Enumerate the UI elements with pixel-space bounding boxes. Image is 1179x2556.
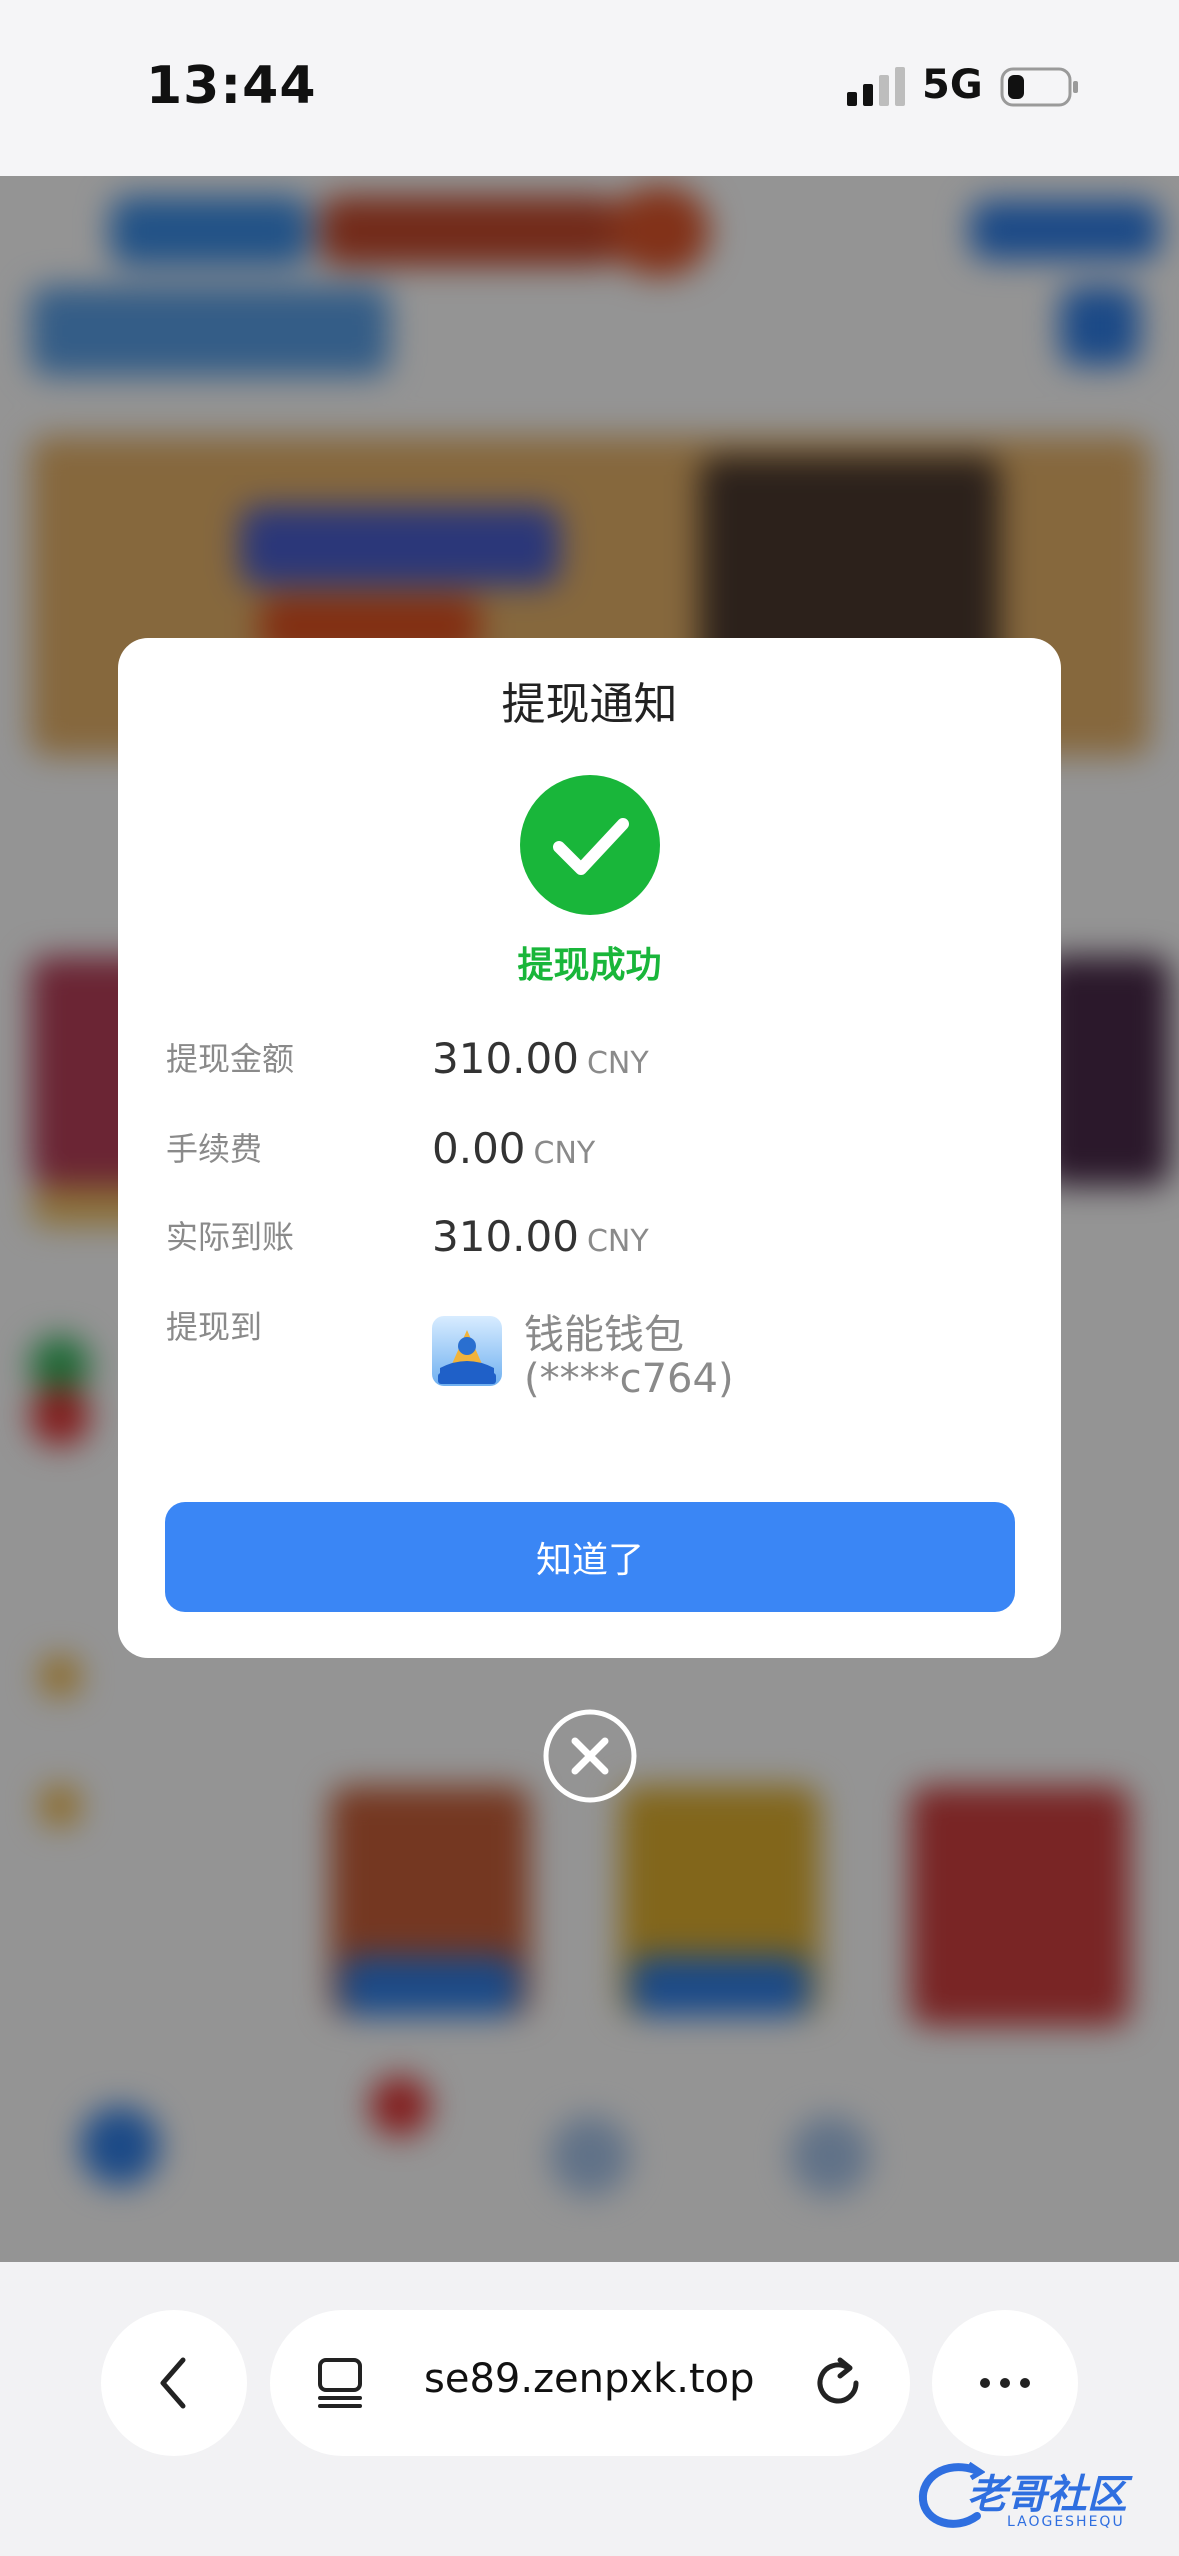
signal-icon xyxy=(847,67,905,106)
battery-icon xyxy=(1000,67,1078,107)
wallet-name: 钱能钱包 xyxy=(524,1312,684,1358)
received-value: 310.00 CNY xyxy=(432,1212,649,1261)
destination-label: 提现到 xyxy=(166,1308,263,1346)
watermark-subtext: LAOGESHEQU xyxy=(1007,2514,1125,2530)
amount-unit: CNY xyxy=(586,1046,649,1081)
network-type: 5G xyxy=(922,62,983,108)
watermark: 老哥社区 LAOGESHEQU xyxy=(915,2452,1167,2542)
amount-label: 提现金额 xyxy=(166,1040,295,1078)
received-label: 实际到账 xyxy=(166,1218,295,1256)
confirm-button[interactable]: 知道了 xyxy=(165,1502,1015,1612)
wallet-account: (****c764) xyxy=(524,1356,734,1402)
fee-unit: CNY xyxy=(533,1136,596,1171)
close-modal-icon[interactable] xyxy=(542,1708,638,1804)
amount-value: 310.00 CNY xyxy=(432,1034,649,1083)
amount-number: 310.00 xyxy=(432,1034,579,1083)
url-text: se89.zenpxk.top xyxy=(424,2356,755,2402)
fee-label: 手续费 xyxy=(166,1130,263,1168)
withdrawal-notice-modal: 提现通知 提现成功 提现金额 310.00 CNY 手续费 0.00 CNY 实际到… xyxy=(118,638,1061,1658)
success-check-icon xyxy=(520,775,660,915)
fee-number: 0.00 xyxy=(432,1124,526,1173)
chevron-left-icon xyxy=(160,2357,186,2409)
status-bar: 13:44 5G xyxy=(0,0,1179,176)
more-dots-icon xyxy=(980,2378,1030,2388)
reload-icon[interactable] xyxy=(808,2352,870,2414)
tabs-icon xyxy=(318,2358,362,2408)
received-number: 310.00 xyxy=(432,1212,579,1261)
watermark-text: 老哥社区 xyxy=(967,2472,1127,2518)
received-unit: CNY xyxy=(586,1224,649,1259)
success-status: 提现成功 xyxy=(517,945,662,986)
back-button[interactable] xyxy=(101,2310,247,2456)
address-bar[interactable]: se89.zenpxk.top xyxy=(270,2310,910,2456)
fee-value: 0.00 CNY xyxy=(432,1124,595,1173)
status-time: 13:44 xyxy=(146,56,317,116)
modal-title: 提现通知 xyxy=(501,679,678,730)
more-button[interactable] xyxy=(932,2310,1078,2456)
wallet-logo-icon xyxy=(432,1316,502,1386)
